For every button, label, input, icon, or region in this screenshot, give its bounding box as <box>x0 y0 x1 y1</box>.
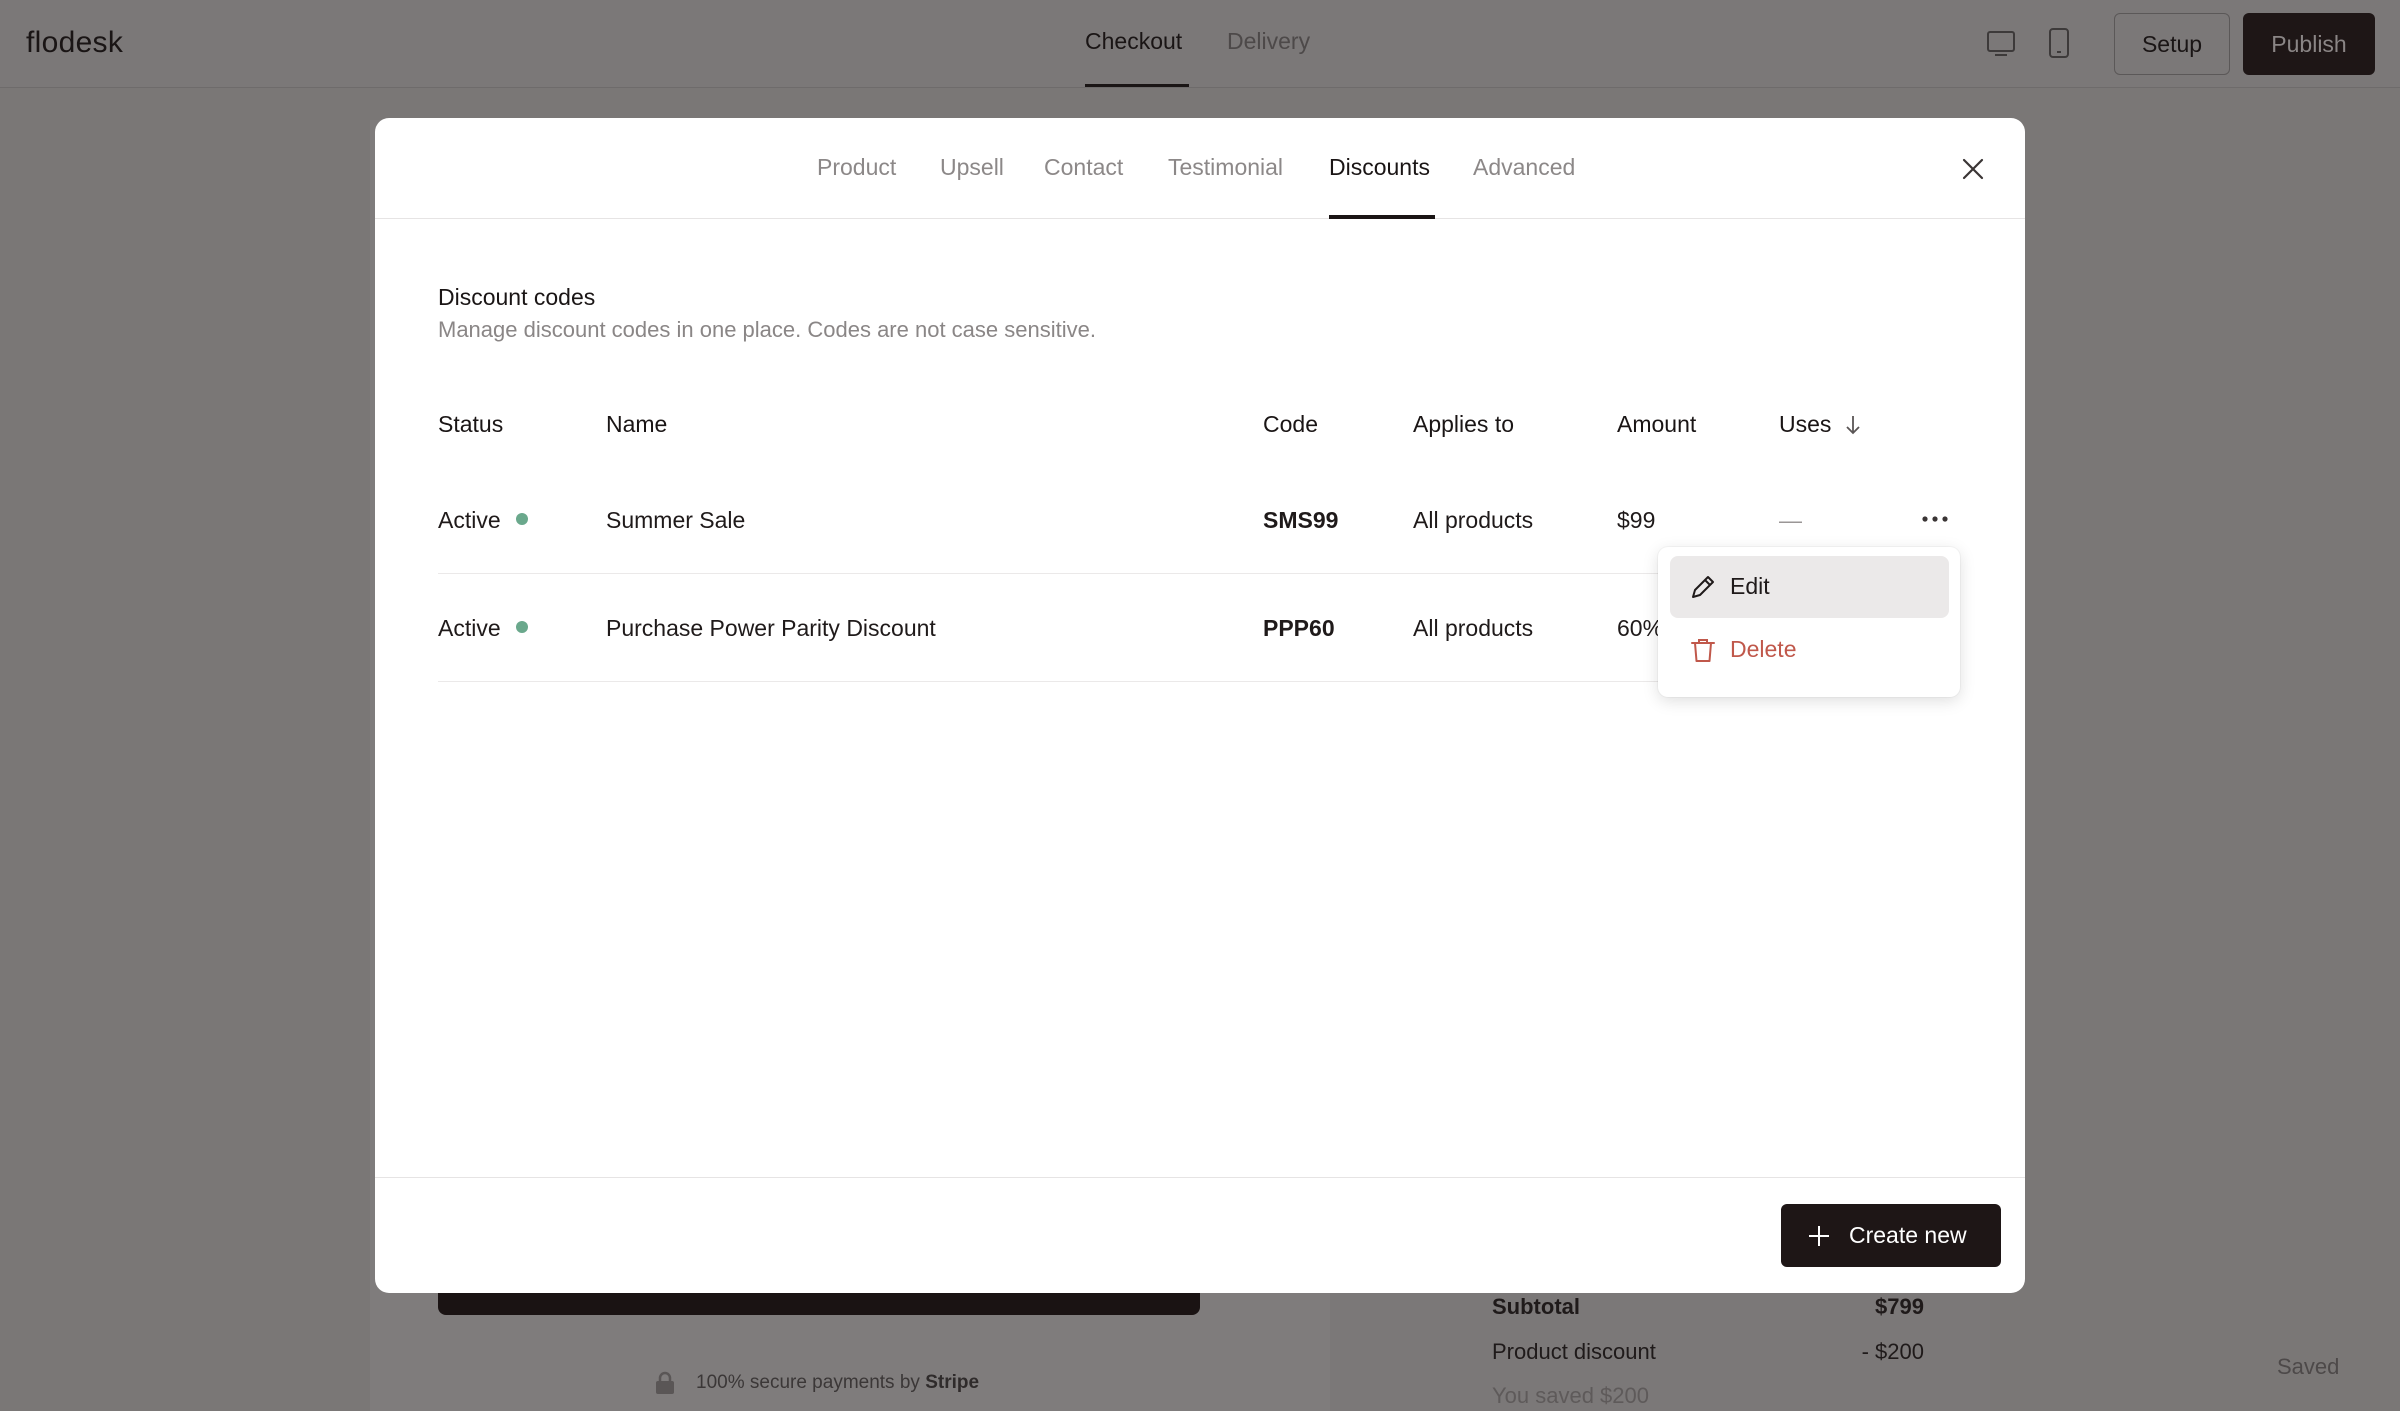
tab-contact[interactable]: Contact <box>1044 154 1123 181</box>
row-name: Purchase Power Parity Discount <box>606 615 936 641</box>
header-amount: Amount <box>1617 411 1697 437</box>
tab-delivery[interactable]: Delivery <box>1227 28 1310 55</box>
trash-icon <box>1691 639 1715 662</box>
setup-button[interactable]: Setup <box>2114 13 2230 75</box>
sort-arrow-down-icon <box>1846 416 1860 435</box>
publish-button[interactable]: Publish <box>2243 13 2375 75</box>
header-uses[interactable]: Uses <box>1779 411 1860 438</box>
section-description: Manage discount codes in one place. Code… <box>438 317 1096 342</box>
tab-product[interactable]: Product <box>817 154 896 181</box>
row-applies-to: All products <box>1413 615 1534 641</box>
row-uses: — <box>1779 507 1802 533</box>
subtotal-label: Subtotal <box>1492 1294 1580 1319</box>
plus-icon <box>1809 1226 1829 1246</box>
stripe-brand: Stripe <box>925 1372 980 1393</box>
row-code: SMS99 <box>1263 507 1339 533</box>
saved-amount-note: You saved $200 <box>1492 1383 1649 1408</box>
row-amount: 60% <box>1617 615 1664 641</box>
status-active-dot <box>516 621 528 633</box>
secure-payments-label: 100% secure payments by <box>696 1372 926 1393</box>
product-discount-value: - $200 <box>1861 1339 1924 1364</box>
active-tab-indicator <box>1085 84 1189 87</box>
row-actions-menu: Edit Delete <box>1658 547 1960 697</box>
product-discount-label: Product discount <box>1492 1339 1656 1364</box>
app-logo: flodesk <box>26 26 124 59</box>
active-modal-tab-indicator <box>1329 215 1435 219</box>
more-options-icon[interactable] <box>1915 504 1955 534</box>
tab-discounts[interactable]: Discounts <box>1329 154 1430 181</box>
pencil-icon <box>1692 576 1714 598</box>
app-header: flodesk Checkout Delivery Setup Publish <box>0 0 2400 88</box>
row-amount: $99 <box>1617 507 1656 533</box>
delete-menu-item[interactable]: Delete <box>1670 619 1949 681</box>
mobile-view-icon[interactable] <box>2048 28 2070 58</box>
modal-footer-divider <box>375 1177 2025 1178</box>
header-status: Status <box>438 411 504 437</box>
edit-label: Edit <box>1730 573 1770 599</box>
create-new-label: Create new <box>1849 1222 1967 1248</box>
modal-tab-bar: Product Upsell Contact Testimonial Disco… <box>375 118 2025 219</box>
header-name: Name <box>606 411 668 437</box>
close-icon[interactable] <box>1958 154 1988 184</box>
delete-label: Delete <box>1730 636 1797 662</box>
row-code: PPP60 <box>1263 615 1335 641</box>
tab-advanced[interactable]: Advanced <box>1473 154 1575 181</box>
row-name: Summer Sale <box>606 507 746 533</box>
discounts-modal: Product Upsell Contact Testimonial Disco… <box>375 118 2025 1293</box>
status-active-dot <box>516 513 528 525</box>
row-status: Active <box>438 507 501 533</box>
save-status: Saved <box>2277 1354 2340 1379</box>
row-applies-to: All products <box>1413 507 1534 533</box>
create-new-button[interactable]: Create new <box>1781 1204 2001 1267</box>
secure-payments-text: 100% secure payments by Stripe <box>696 1372 979 1394</box>
tab-testimonial[interactable]: Testimonial <box>1168 154 1283 181</box>
header-uses-label: Uses <box>1779 411 1832 437</box>
header-applies-to: Applies to <box>1413 411 1515 437</box>
section-title: Discount codes <box>438 284 596 310</box>
tab-checkout[interactable]: Checkout <box>1085 28 1182 55</box>
edit-menu-item[interactable]: Edit <box>1670 556 1949 618</box>
subtotal-value: $799 <box>1875 1294 1924 1319</box>
lock-icon <box>656 1371 674 1394</box>
row-status: Active <box>438 615 501 641</box>
header-code: Code <box>1263 411 1318 437</box>
tab-upsell[interactable]: Upsell <box>940 154 1004 181</box>
desktop-view-icon[interactable] <box>1986 28 2016 58</box>
